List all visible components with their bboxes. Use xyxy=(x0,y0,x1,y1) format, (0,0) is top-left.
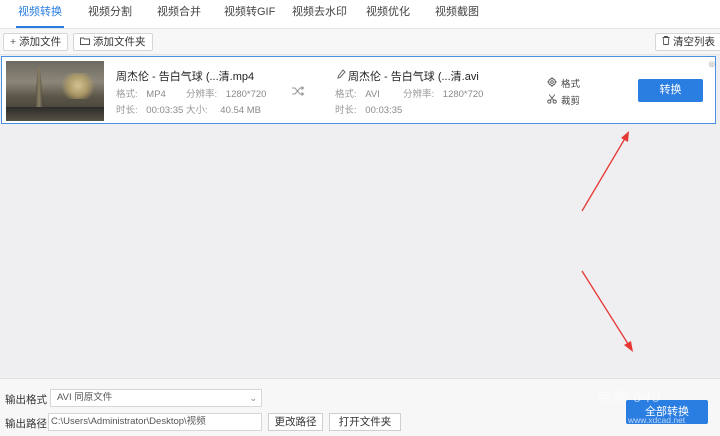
source-resolution-label: 分辨率: xyxy=(186,89,218,100)
folder-icon xyxy=(80,34,90,50)
clear-list-label: 清空列表 xyxy=(673,36,715,48)
file-list-area xyxy=(0,125,720,378)
target-file-name[interactable]: 周杰伦 - 告白气球 (...清.avi xyxy=(348,68,479,84)
target-duration-label: 时长: xyxy=(335,105,357,116)
format-option-label: 格式 xyxy=(561,79,581,90)
source-format-value: MP4 xyxy=(146,89,166,100)
change-path-button[interactable]: 更改路径 xyxy=(268,413,323,431)
tab-video-screenshot[interactable]: 视频截图 xyxy=(433,0,481,26)
source-size-label: 大小: xyxy=(186,105,208,116)
output-format-label: 输出格式 xyxy=(5,394,47,406)
tab-video-optimize[interactable]: 视频优化 xyxy=(364,0,412,26)
source-format: 格式: MP4 xyxy=(116,86,166,100)
source-file-name: 周杰伦 - 告白气球 (...清.mp4 xyxy=(116,71,255,83)
arrow-head-up xyxy=(621,131,629,142)
arrow-to-convert-button xyxy=(581,134,628,212)
clear-list-button[interactable]: 清空列表 xyxy=(655,33,720,51)
source-size-value: 40.54 MB xyxy=(220,105,261,116)
target-resolution: 分辨率: 1280*720 xyxy=(403,86,483,100)
source-duration: 时长: 00:03:35 xyxy=(116,102,183,116)
gear-icon xyxy=(547,77,561,90)
convert-button[interactable]: 转换 xyxy=(638,79,703,102)
output-path-input[interactable]: C:\Users\Administrator\Desktop\视频 xyxy=(48,413,262,431)
source-size: 大小: 40.54 MB xyxy=(186,102,261,116)
thumbnail-glow xyxy=(58,73,98,99)
output-format-select[interactable]: AVI 同原文件 ⌄ xyxy=(50,389,262,407)
output-format-value: AVI 同原文件 xyxy=(57,392,113,403)
arrow-to-convert-all-button xyxy=(581,270,631,348)
tab-video-remove-watermark[interactable]: 视频去水印 xyxy=(290,0,349,26)
add-file-button[interactable]: + 添加文件 xyxy=(3,33,69,51)
tab-video-to-gif[interactable]: 视频转GIF xyxy=(222,0,277,26)
file-item-card[interactable]: 周杰伦 - 告白气球 (...清.mp4 格式: MP4 分辨率: 1280*7… xyxy=(1,56,716,124)
target-resolution-value: 1280*720 xyxy=(442,89,484,100)
shuffle-icon xyxy=(291,85,305,100)
tab-video-split[interactable]: 视频分割 xyxy=(86,0,134,26)
toolbar: + 添加文件 添加文件夹 清空列表 xyxy=(0,29,720,55)
tab-bar: 视频转换 视频分割 视频合并 视频转GIF 视频去水印 视频优化 视频截图 xyxy=(0,0,720,29)
target-resolution-label: 分辨率: xyxy=(403,89,435,100)
arrow-head-down xyxy=(624,341,633,352)
target-duration-value: 00:03:35 xyxy=(365,105,403,116)
watermark-logo: 电脑 640 xyxy=(596,389,662,406)
add-folder-label: 添加文件夹 xyxy=(93,36,146,48)
target-format-label: 格式: xyxy=(335,89,357,100)
video-thumbnail xyxy=(6,61,104,121)
source-duration-label: 时长: xyxy=(116,105,138,116)
target-duration: 时长: 00:03:35 xyxy=(335,102,402,116)
chevron-down-icon: ⌄ xyxy=(249,393,257,403)
thumbnail-river xyxy=(6,107,104,121)
source-format-label: 格式: xyxy=(116,89,138,100)
output-path-label: 输出路径 xyxy=(5,418,47,430)
plus-icon: + xyxy=(10,36,17,48)
crop-option[interactable]: 裁剪 xyxy=(547,93,580,107)
target-format-value: AVI xyxy=(365,89,380,100)
format-option[interactable]: 格式 xyxy=(547,76,580,90)
annotation-arrows xyxy=(581,131,633,352)
target-format: 格式: AVI xyxy=(335,86,380,100)
source-resolution-value: 1280*720 xyxy=(225,89,267,100)
crop-option-label: 裁剪 xyxy=(561,96,581,107)
scissors-icon xyxy=(547,94,561,107)
source-duration-value: 00:03:35 xyxy=(146,105,184,116)
remove-item-icon[interactable]: ⊗ xyxy=(708,59,716,70)
output-settings-bar: 输出格式 AVI 同原文件 ⌄ 输出路径 C:\Users\Administra… xyxy=(0,378,720,436)
open-folder-button[interactable]: 打开文件夹 xyxy=(329,413,401,431)
tab-video-merge[interactable]: 视频合并 xyxy=(155,0,203,26)
watermark-url: www.xdcad.net xyxy=(628,415,686,425)
tab-video-convert[interactable]: 视频转换 xyxy=(16,0,64,28)
pencil-icon[interactable] xyxy=(337,69,346,82)
add-folder-button[interactable]: 添加文件夹 xyxy=(73,33,153,51)
add-file-label: 添加文件 xyxy=(19,36,62,48)
source-resolution: 分辨率: 1280*720 xyxy=(186,86,266,100)
trash-icon xyxy=(662,34,670,50)
